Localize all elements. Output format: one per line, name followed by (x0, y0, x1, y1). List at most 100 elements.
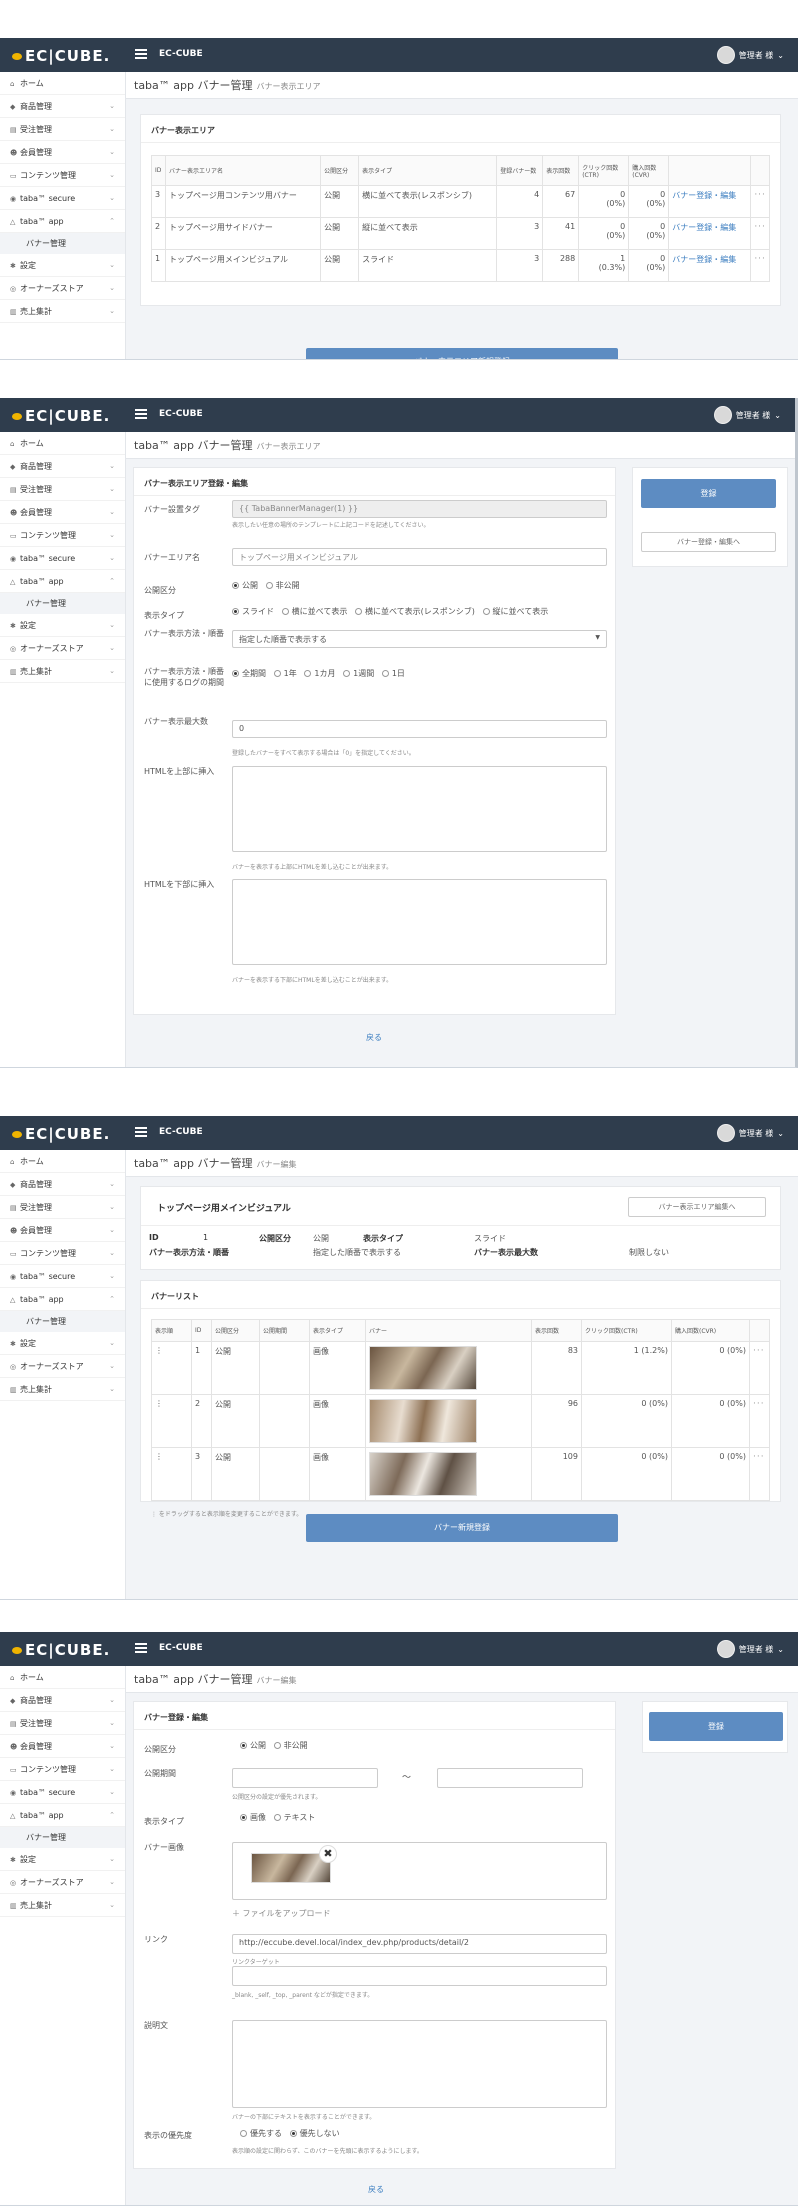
html-top-textarea[interactable] (232, 766, 607, 852)
sidebar-item-settings[interactable]: ✱ 設定 ⌄ (0, 614, 125, 637)
sidebar-item-sales[interactable]: ▥ 売上集計 ⌄ (0, 660, 125, 683)
save-button[interactable]: 登録 (649, 1712, 783, 1741)
sidebar-item-sales[interactable]: ▥ 売上集計 ⌄ (0, 1894, 125, 1917)
radio-all[interactable]: 全期間 (232, 669, 266, 678)
drag-handle-icon[interactable]: ⋮ (151, 1394, 192, 1448)
admin-menu[interactable]: 管理者 様 ⌄ (716, 1124, 784, 1142)
upload-link[interactable]: ＋ ファイルをアップロード (232, 1908, 331, 1919)
admin-menu[interactable]: 管理者 様 ⌄ (716, 1640, 784, 1658)
ec-cube-logo[interactable]: EC|CUBE. (12, 47, 110, 65)
sidebar-item-home[interactable]: ⌂ ホーム (0, 72, 125, 95)
banner-edit-link[interactable]: バナー登録・編集 (672, 223, 736, 232)
sidebar-item-customers[interactable]: ☻ 会員管理 ⌄ (0, 1219, 125, 1242)
radio-vertical[interactable]: 縦に並べて表示 (482, 607, 548, 616)
sidebar-item-secure[interactable]: ◉ taba™ secure ⌄ (0, 1265, 125, 1288)
sidebar-item-sales[interactable]: ▥ 売上集計 ⌄ (0, 300, 125, 323)
sidebar-item-app[interactable]: △ taba™ app ⌃ (0, 1804, 125, 1827)
save-button[interactable]: 登録 (641, 479, 776, 508)
radio-priority-no[interactable]: 優先しない (289, 2129, 340, 2138)
sidebar-item-secure[interactable]: ◉ taba™ secure ⌄ (0, 1781, 125, 1804)
period-end-input[interactable] (437, 1768, 583, 1788)
site-name[interactable]: EC-CUBE (159, 49, 203, 59)
sidebar-item-secure[interactable]: ◉ taba™ secure ⌄ (0, 547, 125, 570)
menu-toggle-icon[interactable] (135, 409, 147, 419)
close-icon[interactable]: ✖ (319, 1845, 337, 1863)
more-menu-icon[interactable]: ··· (749, 1394, 770, 1448)
desc-textarea[interactable] (232, 2020, 607, 2108)
sidebar-item-products[interactable]: ◆ 商品管理 ⌄ (0, 455, 125, 478)
radio-horizontal[interactable]: 横に並べて表示 (281, 607, 347, 616)
sidebar-item-orders[interactable]: ▤ 受注管理 ⌄ (0, 1712, 125, 1735)
sidebar-item-products[interactable]: ◆ 商品管理 ⌄ (0, 95, 125, 118)
sidebar-item-contents[interactable]: ▭ コンテンツ管理 ⌄ (0, 1758, 125, 1781)
radio-private[interactable]: 非公開 (265, 581, 300, 590)
ec-cube-logo[interactable]: EC|CUBE. (12, 1125, 110, 1143)
sidebar-item-store[interactable]: ◎ オーナーズストア ⌄ (0, 277, 125, 300)
back-link[interactable]: 戻る (366, 1032, 382, 1043)
radio-private[interactable]: 非公開 (273, 1741, 308, 1750)
radio-slide[interactable]: スライド (232, 607, 274, 616)
radio-1day[interactable]: 1日 (381, 669, 405, 678)
html-bottom-textarea[interactable] (232, 879, 607, 965)
sidebar-subitem-banner[interactable]: バナー管理 (0, 593, 125, 614)
new-banner-button[interactable]: バナー新規登録 (306, 1514, 618, 1542)
menu-toggle-icon[interactable] (135, 49, 147, 59)
radio-image[interactable]: 画像 (240, 1813, 266, 1822)
site-name[interactable]: EC-CUBE (159, 1127, 203, 1137)
more-menu-icon[interactable]: ··· (750, 249, 770, 282)
sidebar-item-home[interactable]: ⌂ ホーム (0, 1666, 125, 1689)
radio-1month[interactable]: 1カ月 (304, 669, 335, 678)
target-input[interactable] (232, 1966, 607, 1986)
sidebar-item-customers[interactable]: ☻ 会員管理 ⌄ (0, 141, 125, 164)
drag-handle-icon[interactable]: ⋮ (151, 1447, 192, 1501)
radio-horizontal-responsive[interactable]: 横に並べて表示(レスポンシブ) (354, 607, 475, 616)
radio-public[interactable]: 公開 (232, 581, 258, 590)
back-link[interactable]: 戻る (368, 2184, 384, 2195)
sidebar-item-contents[interactable]: ▭ コンテンツ管理 ⌄ (0, 164, 125, 187)
admin-menu[interactable]: 管理者 様 ⌄ (713, 406, 781, 424)
sidebar-item-sales[interactable]: ▥ 売上集計 ⌄ (0, 1378, 125, 1401)
link-input[interactable]: http://eccube.devel.local/index_dev.php/… (232, 1934, 607, 1954)
sidebar-item-app[interactable]: △ taba™ app ⌃ (0, 570, 125, 593)
ec-cube-logo[interactable]: EC|CUBE. (12, 1641, 110, 1659)
sidebar-item-contents[interactable]: ▭ コンテンツ管理 ⌄ (0, 1242, 125, 1265)
sidebar-item-products[interactable]: ◆ 商品管理 ⌄ (0, 1689, 125, 1712)
sidebar-item-app[interactable]: △ taba™ app ⌃ (0, 210, 125, 233)
menu-toggle-icon[interactable] (135, 1127, 147, 1137)
new-area-button[interactable]: バナー表示エリア新規登録 (306, 348, 618, 359)
more-menu-icon[interactable]: ··· (750, 185, 770, 218)
sidebar-item-customers[interactable]: ☻ 会員管理 ⌄ (0, 1735, 125, 1758)
admin-menu[interactable]: 管理者 様 ⌄ (716, 46, 784, 64)
area-edit-button[interactable]: バナー表示エリア編集へ (628, 1197, 766, 1217)
radio-text[interactable]: テキスト (273, 1813, 315, 1822)
banner-edit-link[interactable]: バナー登録・編集 (672, 255, 736, 264)
sidebar-item-products[interactable]: ◆ 商品管理 ⌄ (0, 1173, 125, 1196)
sidebar-item-settings[interactable]: ✱ 設定 ⌄ (0, 1332, 125, 1355)
radio-priority-yes[interactable]: 優先する (240, 2129, 282, 2138)
period-start-input[interactable] (232, 1768, 378, 1788)
order-select[interactable]: 指定した順番で表示する ▼ (232, 630, 607, 648)
banner-tag-field[interactable]: {{ TabaBannerManager(1) }} (232, 500, 607, 518)
sidebar-item-app[interactable]: △ taba™ app ⌃ (0, 1288, 125, 1311)
sidebar-item-settings[interactable]: ✱ 設定 ⌄ (0, 1848, 125, 1871)
sidebar-item-orders[interactable]: ▤ 受注管理 ⌄ (0, 118, 125, 141)
drag-handle-icon[interactable]: ⋮ (151, 1341, 192, 1395)
radio-public[interactable]: 公開 (240, 1741, 266, 1750)
sidebar-item-store[interactable]: ◎ オーナーズストア ⌄ (0, 1355, 125, 1378)
banner-edit-link[interactable]: バナー登録・編集 (672, 191, 736, 200)
max-input[interactable]: 0 (232, 720, 607, 738)
sidebar-item-contents[interactable]: ▭ コンテンツ管理 ⌄ (0, 524, 125, 547)
image-dropzone[interactable]: ✖ (232, 1842, 607, 1900)
sidebar-item-settings[interactable]: ✱ 設定 ⌄ (0, 254, 125, 277)
more-menu-icon[interactable]: ··· (750, 217, 770, 250)
sidebar-item-home[interactable]: ⌂ ホーム (0, 1150, 125, 1173)
more-menu-icon[interactable]: ··· (749, 1447, 770, 1501)
sidebar-item-store[interactable]: ◎ オーナーズストア ⌄ (0, 1871, 125, 1894)
sidebar-subitem-banner[interactable]: バナー管理 (0, 233, 125, 254)
sidebar-item-store[interactable]: ◎ オーナーズストア ⌄ (0, 637, 125, 660)
sidebar-item-secure[interactable]: ◉ taba™ secure ⌄ (0, 187, 125, 210)
more-menu-icon[interactable]: ··· (749, 1341, 770, 1395)
ec-cube-logo[interactable]: EC|CUBE. (12, 407, 110, 425)
sidebar-subitem-banner[interactable]: バナー管理 (0, 1827, 125, 1848)
menu-toggle-icon[interactable] (135, 1643, 147, 1653)
